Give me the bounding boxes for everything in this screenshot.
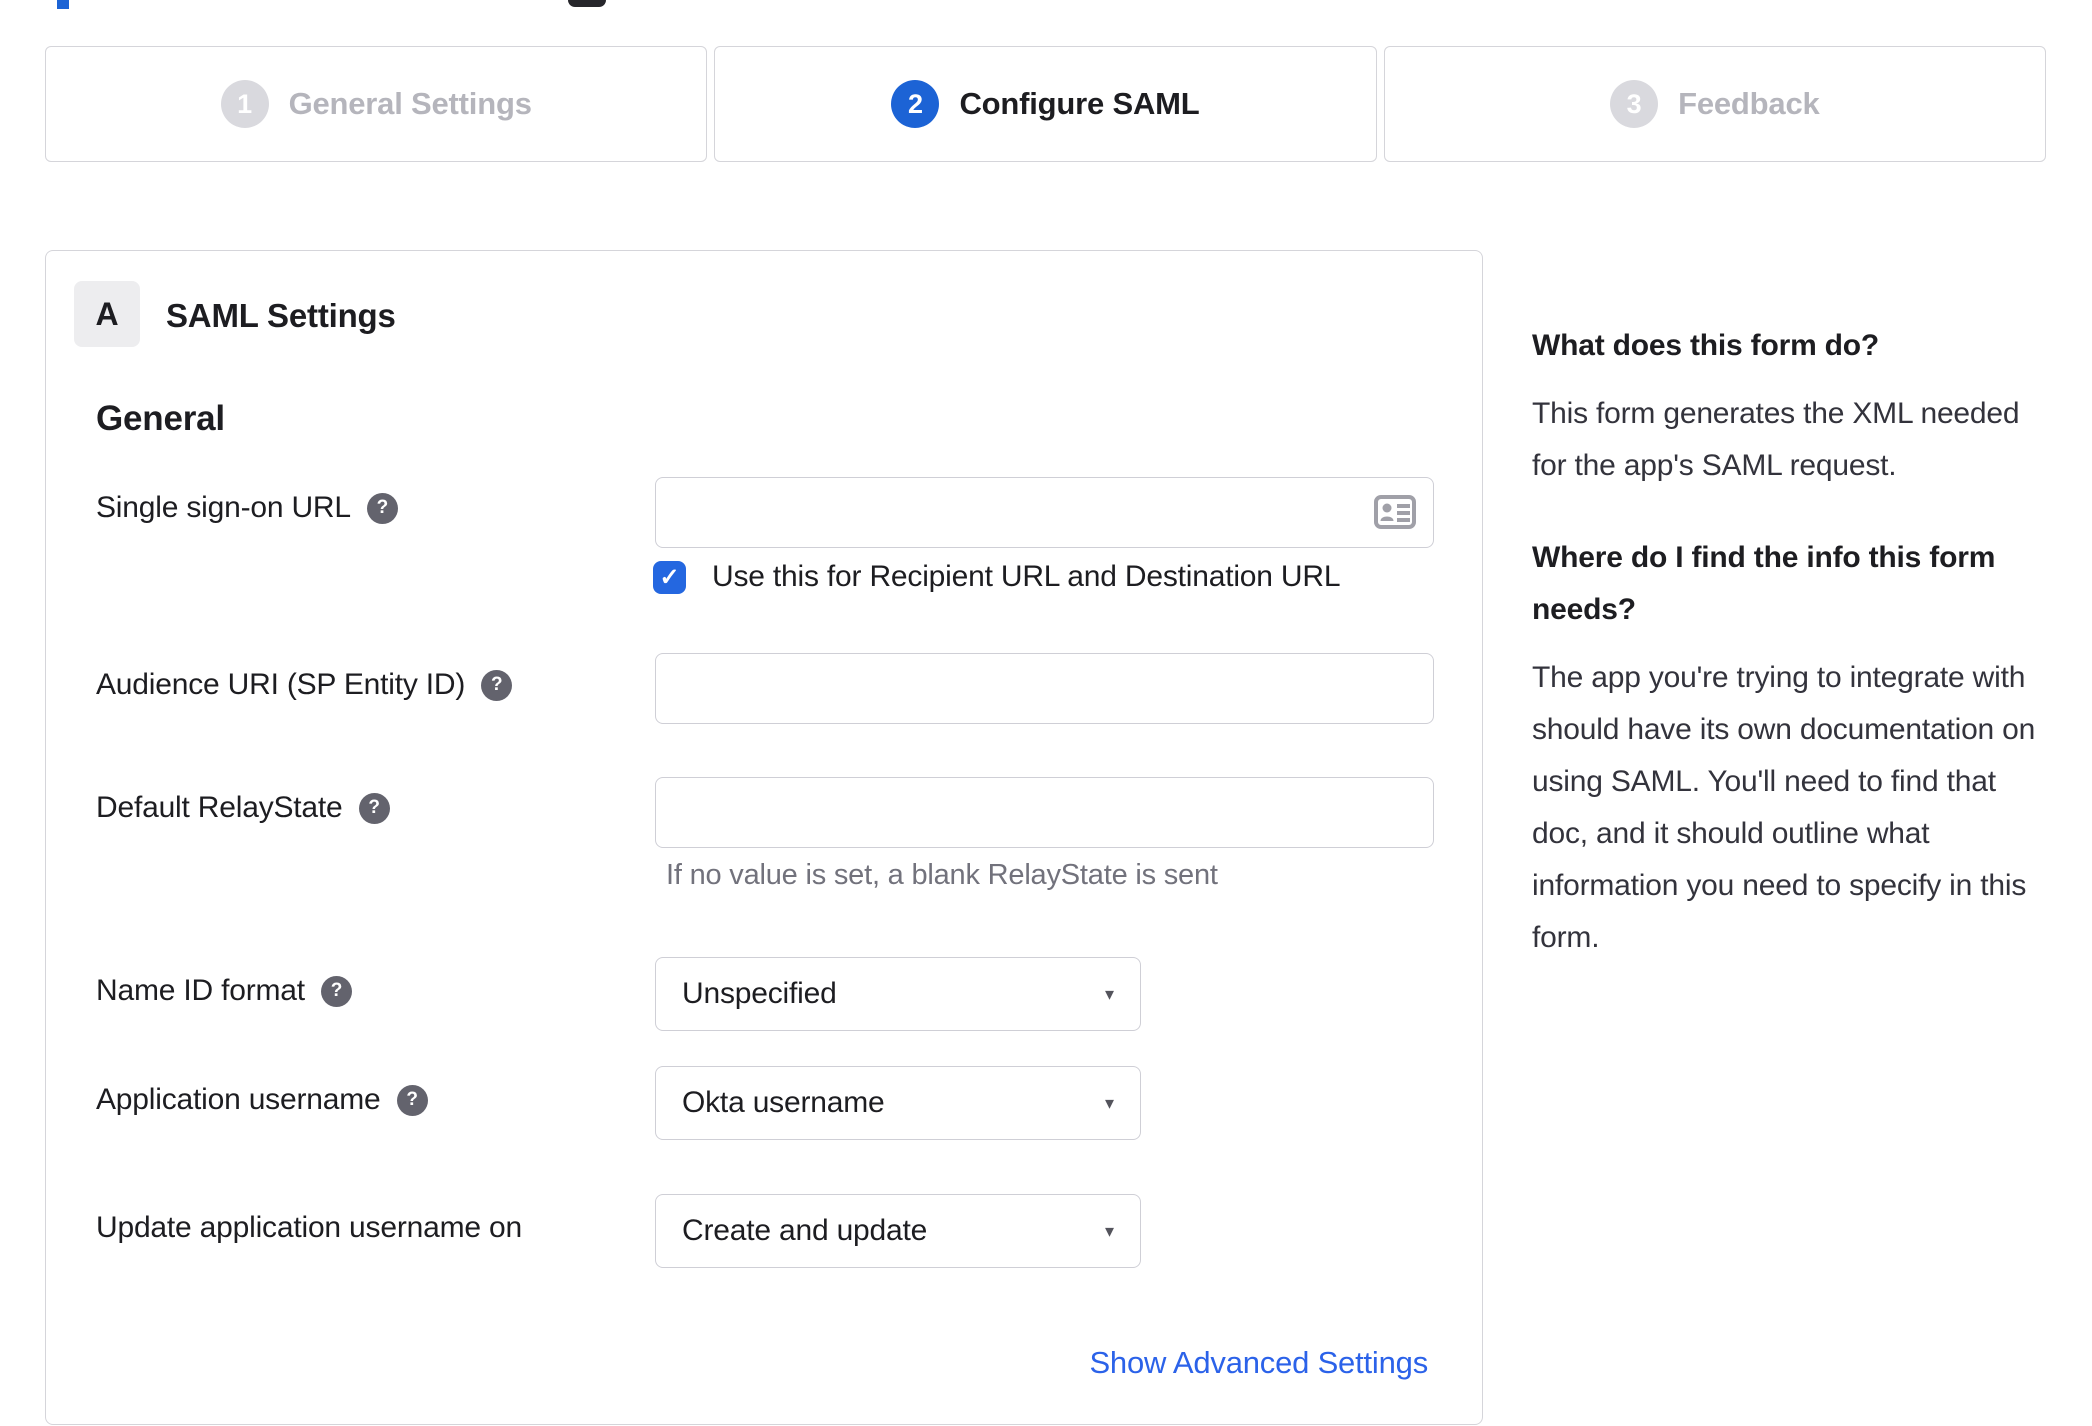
sidebar-body-what: This form generates the XML needed for t… [1532,397,2020,482]
step-number-badge: 1 [220,80,269,128]
step-label: Feedback [1678,86,1820,121]
update-username-label: Update application username on [96,1211,522,1245]
general-section-heading: General [96,399,225,438]
select-value: Okta username [682,1086,885,1119]
saml-settings-panel: A SAML Settings General Single sign-on U… [45,250,1483,1425]
sidebar-heading-where: Where do I find the info this form needs… [1532,541,1996,626]
sso-url-input[interactable] [655,477,1434,548]
help-icon[interactable]: ? [358,792,390,824]
chevron-down-icon: ▾ [1104,1220,1114,1241]
name-id-format-label: Name ID format ? [96,974,352,1008]
application-username-select[interactable]: Okta username ▾ [655,1066,1141,1140]
wizard-stepper: 1 General Settings 2 Configure SAML 3 Fe… [45,46,2046,162]
help-icon[interactable]: ? [320,975,352,1007]
sso-url-label: Single sign-on URL ? [96,491,398,525]
relaystate-label: Default RelayState ? [96,791,390,825]
step-number-badge: 3 [1610,80,1659,128]
section-a-badge: A [74,281,140,347]
chevron-down-icon: ▾ [1104,1092,1114,1113]
step-configure-saml[interactable]: 2 Configure SAML [714,46,1377,162]
field-label-text: Application username [96,1083,381,1116]
show-advanced-settings-link[interactable]: Show Advanced Settings [1089,1345,1428,1381]
cutoff-dark-icon-fragment [568,0,606,7]
field-label-text: Update application username on [96,1211,522,1244]
help-sidebar: What does this form do? This form genera… [1532,320,2044,1004]
step-label: General Settings [288,86,532,121]
name-id-format-select[interactable]: Unspecified ▾ [655,957,1141,1031]
step-feedback[interactable]: 3 Feedback [1383,46,2046,162]
audience-uri-label: Audience URI (SP Entity ID) ? [96,668,513,702]
help-icon[interactable]: ? [366,492,398,524]
field-label-text: Name ID format [96,974,305,1007]
help-icon[interactable]: ? [396,1084,428,1116]
select-value: Create and update [682,1214,928,1247]
checkbox-checked[interactable]: ✓ [653,560,686,594]
cutoff-blue-fragment [57,0,69,9]
contact-card-icon [1374,495,1416,529]
sso-url-input-wrap [655,477,1434,548]
recipient-url-checkbox-row: ✓ Use this for Recipient URL and Destina… [653,560,1341,594]
field-label-text: Single sign-on URL [96,491,351,524]
relaystate-helper-text: If no value is set, a blank RelayState i… [666,859,1218,891]
step-number-badge: 2 [891,80,940,128]
step-label: Configure SAML [959,86,1200,121]
saml-wizard-page: 1 General Settings 2 Configure SAML 3 Fe… [0,0,2092,1426]
field-label-text: Audience URI (SP Entity ID) [96,668,466,701]
update-username-select[interactable]: Create and update ▾ [655,1194,1141,1268]
checkbox-label: Use this for Recipient URL and Destinati… [712,560,1341,593]
chevron-down-icon: ▾ [1104,983,1114,1004]
sidebar-body-where: The app you're trying to integrate with … [1532,661,2036,954]
step-general-settings[interactable]: 1 General Settings [45,46,708,162]
sidebar-heading-what: What does this form do? [1532,329,1880,362]
relaystate-input[interactable] [655,777,1434,848]
application-username-label: Application username ? [96,1083,428,1117]
select-value: Unspecified [682,977,837,1010]
panel-title: SAML Settings [166,297,396,334]
audience-uri-input[interactable] [655,653,1434,724]
help-icon[interactable]: ? [481,669,513,701]
field-label-text: Default RelayState [96,791,343,824]
